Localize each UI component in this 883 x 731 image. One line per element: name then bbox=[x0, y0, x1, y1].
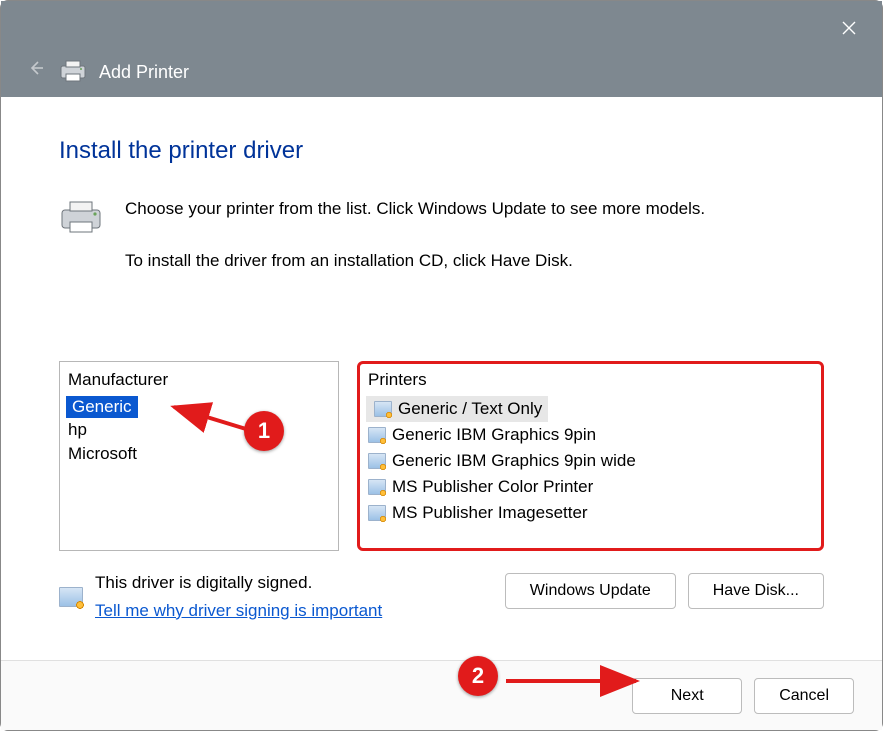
certificate-icon bbox=[368, 505, 386, 521]
printer-icon bbox=[59, 59, 87, 83]
certificate-icon bbox=[368, 453, 386, 469]
certificate-icon bbox=[368, 427, 386, 443]
printer-item[interactable]: Generic / Text Only bbox=[366, 396, 548, 422]
signing-status: This driver is digitally signed. bbox=[95, 573, 382, 593]
next-button[interactable]: Next bbox=[632, 678, 742, 714]
annotation-marker-1: 1 bbox=[244, 411, 284, 451]
close-button[interactable] bbox=[830, 13, 868, 43]
signing-info-link[interactable]: Tell me why driver signing is important bbox=[95, 601, 382, 621]
titlebar: Add Printer bbox=[1, 1, 882, 97]
annotation-marker-2: 2 bbox=[458, 656, 498, 696]
cancel-button[interactable]: Cancel bbox=[754, 678, 854, 714]
manufacturer-item[interactable]: Generic bbox=[66, 396, 138, 418]
instruction-line-1: Choose your printer from the list. Click… bbox=[125, 197, 705, 221]
printer-item[interactable]: MS Publisher Color Printer bbox=[360, 474, 821, 500]
windows-update-button[interactable]: Windows Update bbox=[505, 573, 676, 609]
manufacturer-item[interactable]: hp bbox=[60, 418, 338, 442]
manufacturer-header: Manufacturer bbox=[60, 368, 338, 396]
manufacturer-listbox[interactable]: Manufacturer Generic hp Microsoft bbox=[59, 361, 339, 551]
back-button[interactable] bbox=[21, 53, 51, 83]
have-disk-button[interactable]: Have Disk... bbox=[688, 573, 824, 609]
printers-listbox[interactable]: Printers Generic / Text Only Generic IBM… bbox=[357, 361, 824, 551]
certificate-icon bbox=[374, 401, 392, 417]
window-title: Add Printer bbox=[99, 62, 189, 83]
close-icon bbox=[842, 21, 856, 35]
certificate-icon bbox=[368, 479, 386, 495]
printers-header: Printers bbox=[360, 368, 821, 396]
certificate-icon bbox=[59, 587, 83, 607]
content-area: Install the printer driver Choose your p… bbox=[1, 97, 882, 660]
instruction-line-2: To install the driver from an installati… bbox=[125, 249, 705, 273]
printer-large-icon bbox=[59, 197, 103, 301]
back-arrow-icon bbox=[27, 59, 45, 77]
page-heading: Install the printer driver bbox=[59, 137, 824, 165]
manufacturer-item[interactable]: Microsoft bbox=[60, 442, 338, 466]
printer-item[interactable]: Generic IBM Graphics 9pin bbox=[360, 422, 821, 448]
printer-item[interactable]: MS Publisher Imagesetter bbox=[360, 500, 821, 526]
footer: Next Cancel bbox=[1, 660, 882, 730]
printer-item[interactable]: Generic IBM Graphics 9pin wide bbox=[360, 448, 821, 474]
